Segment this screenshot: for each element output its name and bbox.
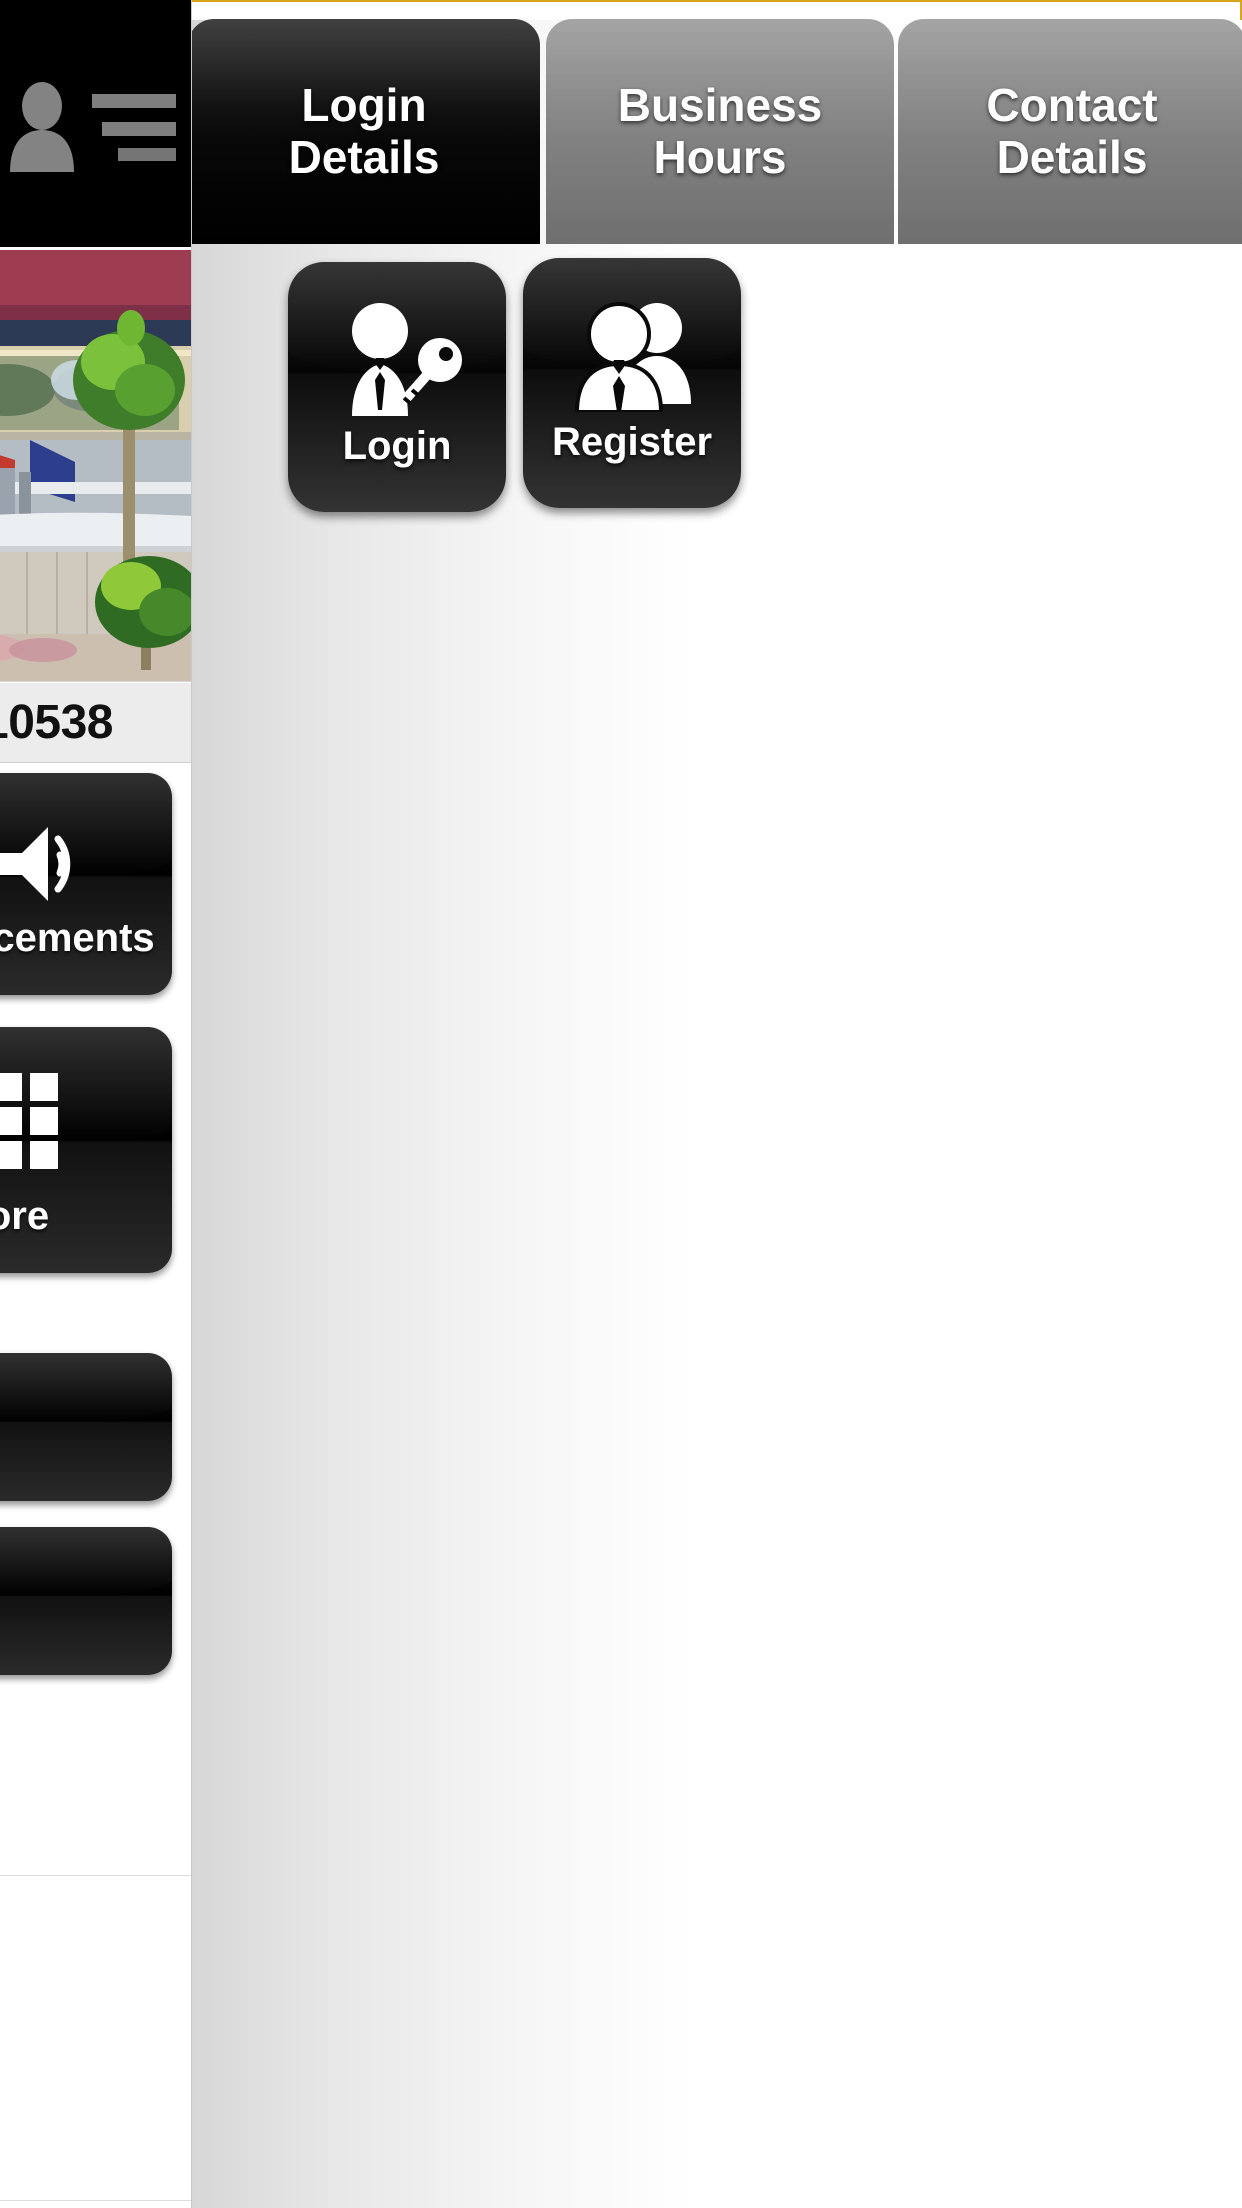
sidebar-item-4[interactable]: [0, 1527, 172, 1675]
login-tile-label: Login: [342, 424, 452, 468]
tab-contact-details-label: Contact Details: [980, 78, 1163, 183]
sidebar-header: [0, 0, 192, 247]
tab-login-details[interactable]: Login Details: [188, 19, 540, 244]
business-photo: [0, 250, 192, 682]
login-tile[interactable]: Login: [288, 262, 506, 512]
tab-business-hours[interactable]: Business Hours: [546, 19, 894, 244]
sidebar-divider: [0, 1875, 192, 1876]
sidebar-button-gloss: [0, 1353, 172, 1423]
sidebar-item-3[interactable]: [0, 1353, 172, 1501]
register-tile[interactable]: Register: [523, 258, 741, 508]
two-users-icon: [574, 302, 691, 412]
sidebar-edge: [191, 0, 192, 2208]
register-tile-label: Register: [551, 420, 713, 464]
business-id-value: 10538: [0, 696, 113, 749]
tab-contact-details-line1: Contact: [986, 78, 1158, 131]
tab-business-hours-line1: Business: [617, 78, 823, 131]
tab-contact-details-line2: Details: [996, 130, 1148, 183]
tab-business-hours-line2: Hours: [653, 130, 787, 183]
sidebar-button-gloss: [0, 1527, 172, 1597]
tab-contact-details[interactable]: Contact Details: [898, 19, 1242, 244]
sidebar-item-announcements-label: Announcements: [0, 916, 155, 960]
app-root: Login Details Business Hours Contact Det…: [0, 0, 1242, 2208]
tab-bar: Login Details Business Hours Contact Det…: [188, 19, 1242, 244]
sidebar: 10538 Announcements Store: [0, 0, 192, 2208]
sidebar-item-store-label: Store: [0, 1194, 50, 1238]
grid-icon: [0, 1073, 58, 1169]
tab-login-details-label: Login Details: [283, 78, 446, 183]
content-panel: Login Details Business Hours Contact Det…: [188, 0, 1242, 2208]
sidebar-item-announcements[interactable]: Announcements: [0, 773, 172, 995]
tab-login-details-line2: Details: [288, 130, 440, 183]
megaphone-icon: [0, 827, 71, 901]
business-id-caption: 10538: [0, 683, 192, 763]
user-key-icon: [352, 303, 462, 416]
tab-login-details-line1: Login: [301, 78, 427, 131]
contact-card-icon: [10, 82, 176, 172]
sidebar-divider-bottom: [0, 2200, 192, 2201]
top-accent-strip: [192, 0, 1242, 20]
business-photo-image: [0, 250, 192, 681]
tab-business-hours-label: Business Hours: [612, 78, 829, 183]
sidebar-item-store[interactable]: Store: [0, 1027, 172, 1273]
